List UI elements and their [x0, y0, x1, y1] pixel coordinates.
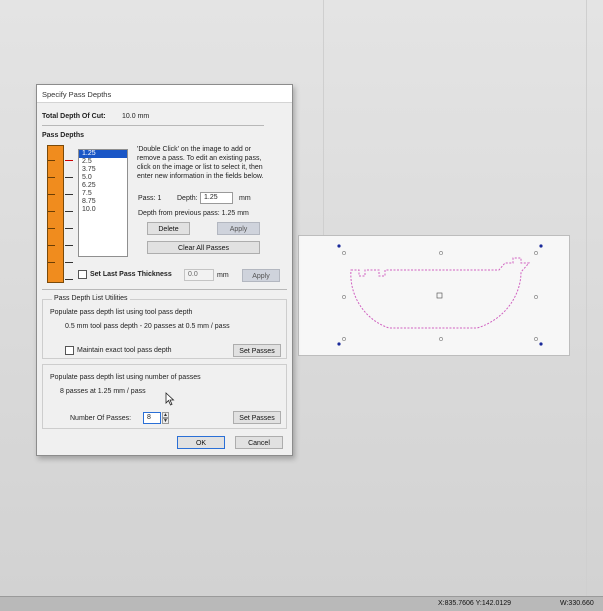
clear-all-passes-button[interactable]: Clear All Passes [147, 241, 260, 254]
instruction-line: enter new information in the fields belo… [137, 173, 264, 180]
spin-down-icon[interactable]: ▼ [162, 418, 169, 424]
total-depth-label: Total Depth Of Cut: [42, 113, 106, 120]
handle-point [439, 337, 443, 341]
instruction-line: click on the image or list to select it,… [137, 164, 263, 171]
set-passes-number-button[interactable]: Set Passes [233, 411, 281, 424]
canvas-guide [586, 0, 587, 600]
last-pass-apply-button[interactable]: Apply [242, 269, 280, 282]
handle-point [337, 342, 341, 346]
pass-marker[interactable] [65, 262, 73, 263]
pass-marker[interactable] [65, 211, 73, 212]
list-item[interactable]: 5.0 [79, 174, 127, 182]
handle-point [539, 342, 543, 346]
number-of-passes-label: Number Of Passes: [70, 415, 132, 422]
list-item[interactable]: 2.5 [79, 158, 127, 166]
pass-marker-selected[interactable] [65, 160, 73, 161]
handle-point [534, 251, 538, 255]
ok-button[interactable]: OK [177, 436, 225, 449]
pass-marker[interactable] [65, 228, 73, 229]
ruler-tick [48, 245, 55, 246]
depth-label: Depth: [177, 195, 198, 202]
handle-point [534, 295, 538, 299]
ruler-tick [48, 211, 55, 212]
maintain-exact-checkbox[interactable] [65, 346, 74, 355]
ruler-tick [48, 228, 55, 229]
specify-pass-depths-dialog: Specify Pass Depths Total Depth Of Cut: … [36, 84, 293, 456]
ruler-tick [48, 177, 55, 178]
ruler-tick [48, 194, 55, 195]
last-pass-input[interactable]: 0.0 [184, 269, 214, 281]
number-of-passes-input[interactable]: 8 [143, 412, 161, 424]
handle-point [342, 251, 346, 255]
pass-depths-heading: Pass Depths [42, 132, 85, 139]
instruction-line: remove a pass. To edit an existing pass, [137, 155, 262, 162]
apply-depth-button[interactable]: Apply [217, 222, 260, 235]
toolpath-preview [337, 244, 543, 346]
pass-depth-list[interactable]: 1.25 2.5 3.75 5.0 6.25 7.5 8.75 10.0 [78, 149, 128, 257]
depth-from-previous: Depth from previous pass: 1.25 mm [138, 210, 249, 217]
center-handle [436, 292, 443, 299]
cancel-button[interactable]: Cancel [235, 436, 283, 449]
dialog-title: Specify Pass Depths [42, 90, 112, 99]
delete-button[interactable]: Delete [147, 222, 190, 235]
set-last-pass-label: Set Last Pass Thickness [90, 271, 172, 278]
cursor-coordinates: X:835.7606 Y:142.0129 [438, 600, 512, 607]
list-item[interactable]: 7.5 [79, 190, 127, 198]
depth-input[interactable]: 1.25 [200, 192, 233, 204]
pass-marker[interactable] [65, 245, 73, 246]
handle-point [534, 337, 538, 341]
pass-number-label: Pass: 1 [138, 195, 162, 202]
list-item[interactable]: 6.25 [79, 182, 127, 190]
populate-number-label: Populate pass depth list using number of… [50, 374, 201, 381]
utilities-title: Pass Depth List Utilities [52, 295, 130, 302]
pass-marker[interactable] [65, 177, 73, 178]
depth-unit: mm [239, 195, 251, 202]
maintain-exact-label: Maintain exact tool pass depth [77, 347, 172, 354]
mouse-cursor-icon [165, 392, 175, 406]
populate-tool-label: Populate pass depth list using tool pass… [50, 309, 193, 316]
pass-marker[interactable] [65, 279, 73, 280]
set-last-pass-checkbox[interactable] [78, 270, 87, 279]
canvas-guide [323, 0, 324, 235]
ruler-tick [48, 160, 55, 161]
divider [42, 289, 287, 290]
status-bar: X:835.7606 Y:142.0129 W:330.660 [0, 596, 603, 611]
material-sheet[interactable] [298, 235, 570, 356]
list-item[interactable]: 3.75 [79, 166, 127, 174]
instruction-line: 'Double Click' on the image to add or [137, 146, 251, 153]
handle-point [337, 244, 341, 248]
depth-ruler[interactable] [47, 145, 73, 283]
dialog-titlebar[interactable]: Specify Pass Depths [37, 85, 292, 103]
set-passes-tool-button[interactable]: Set Passes [233, 344, 281, 357]
list-item[interactable]: 8.75 [79, 198, 127, 206]
selection-width: W:330.660 [560, 600, 594, 607]
ruler-tick [48, 262, 55, 263]
pass-marker[interactable] [65, 194, 73, 195]
last-pass-unit: mm [217, 272, 229, 279]
handle-point [342, 337, 346, 341]
populate-number-summary: 8 passes at 1.25 mm / pass [60, 388, 146, 395]
total-depth-value: 10.0 mm [122, 113, 150, 120]
handle-point [342, 295, 346, 299]
list-item[interactable]: 1.25 [79, 150, 127, 158]
list-item[interactable]: 10.0 [79, 206, 127, 214]
divider [42, 125, 264, 126]
populate-tool-summary: 0.5 mm tool pass depth - 20 passes at 0.… [65, 323, 230, 330]
handle-point [539, 244, 543, 248]
handle-point [439, 251, 443, 255]
